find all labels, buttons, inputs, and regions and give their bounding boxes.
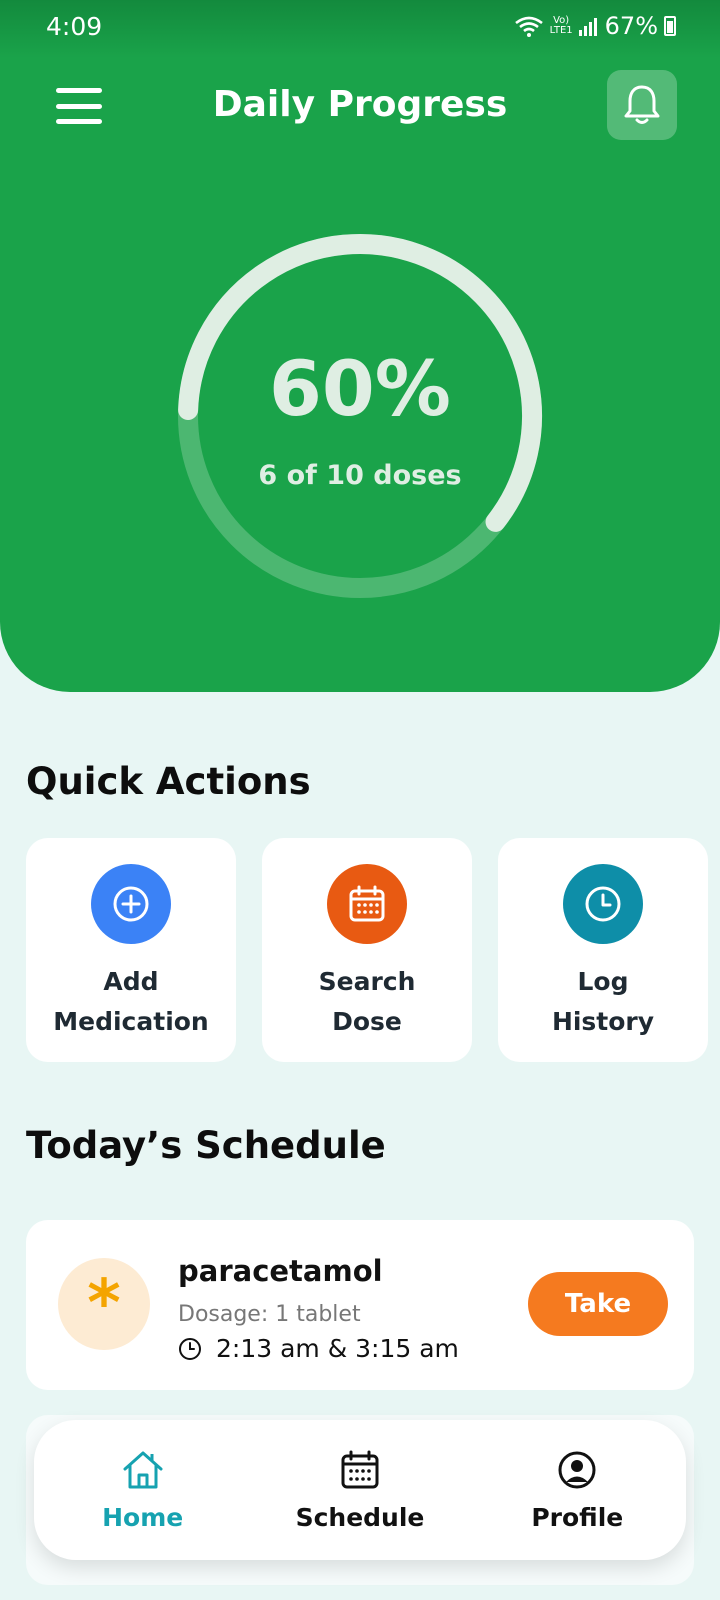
progress-percent: 60% bbox=[269, 344, 451, 433]
menu-line bbox=[56, 103, 102, 109]
lte-indicator: Vo) LTE1 bbox=[550, 16, 573, 36]
nav-schedule-label: Schedule bbox=[295, 1502, 425, 1532]
asterisk-icon: * bbox=[87, 1267, 121, 1341]
search-dose-card[interactable]: Search Dose bbox=[262, 838, 472, 1062]
label-line: History bbox=[551, 1007, 655, 1036]
add-medication-card[interactable]: Add Medication bbox=[26, 838, 236, 1062]
nav-profile[interactable]: Profile bbox=[477, 1449, 677, 1532]
nav-home-label: Home bbox=[102, 1502, 184, 1532]
lte-label: LTE1 bbox=[549, 25, 573, 36]
take-button[interactable]: Take bbox=[528, 1272, 668, 1336]
add-medication-label: Add Medication bbox=[36, 962, 226, 1042]
battery-icon bbox=[664, 16, 676, 36]
profile-icon bbox=[558, 1451, 596, 1488]
log-history-label: Log History bbox=[508, 962, 698, 1042]
log-history-card[interactable]: Log History bbox=[498, 838, 708, 1062]
nav-profile-label: Profile bbox=[531, 1502, 624, 1532]
status-time: 4:09 bbox=[46, 12, 103, 41]
signal-icon bbox=[578, 16, 599, 36]
label-line: Medication bbox=[53, 1007, 209, 1036]
label-line: Log bbox=[577, 967, 629, 996]
bottom-navigation: Home Schedule Profile bbox=[34, 1420, 686, 1560]
clock-icon bbox=[179, 1337, 201, 1360]
add-medication-icon-bg bbox=[91, 864, 171, 944]
medication-time-text: 2:13 am & 3:15 am bbox=[216, 1334, 459, 1363]
progress-doses: 6 of 10 doses bbox=[258, 460, 462, 491]
status-icons: Vo) LTE1 67% bbox=[514, 12, 676, 40]
notifications-button[interactable] bbox=[607, 70, 677, 140]
home-icon bbox=[123, 1451, 163, 1488]
search-dose-label: Search Dose bbox=[272, 962, 462, 1042]
todays-schedule-title: Today’s Schedule bbox=[26, 1124, 386, 1167]
log-history-icon-bg bbox=[563, 864, 643, 944]
calendar-icon bbox=[349, 885, 385, 922]
quick-actions-title: Quick Actions bbox=[26, 760, 311, 803]
label-line: Dose bbox=[332, 1007, 402, 1036]
medication-time: 2:13 am & 3:15 am bbox=[178, 1334, 459, 1363]
nav-schedule[interactable]: Schedule bbox=[260, 1449, 460, 1532]
nav-home[interactable]: Home bbox=[43, 1449, 243, 1532]
schedule-item: * paracetamol Dosage: 1 tablet 2:13 am &… bbox=[26, 1220, 694, 1390]
menu-button[interactable] bbox=[56, 88, 102, 124]
medication-dosage: Dosage: 1 tablet bbox=[178, 1302, 361, 1327]
menu-line bbox=[56, 119, 102, 124]
clock-icon bbox=[585, 886, 621, 922]
medication-name: paracetamol bbox=[178, 1254, 383, 1288]
battery-percent: 67% bbox=[604, 12, 658, 40]
label-line: Add bbox=[103, 967, 159, 996]
plus-circle-icon bbox=[113, 886, 149, 922]
search-dose-icon-bg bbox=[327, 864, 407, 944]
bell-icon bbox=[624, 85, 660, 124]
status-bar: 4:09 Vo) LTE1 67% bbox=[0, 0, 720, 58]
menu-line bbox=[56, 88, 102, 93]
medication-avatar: * bbox=[58, 1258, 150, 1350]
calendar-icon bbox=[341, 1450, 379, 1488]
wifi-icon bbox=[514, 16, 543, 37]
label-line: Search bbox=[318, 967, 416, 996]
page-title: Daily Progress bbox=[212, 84, 508, 125]
